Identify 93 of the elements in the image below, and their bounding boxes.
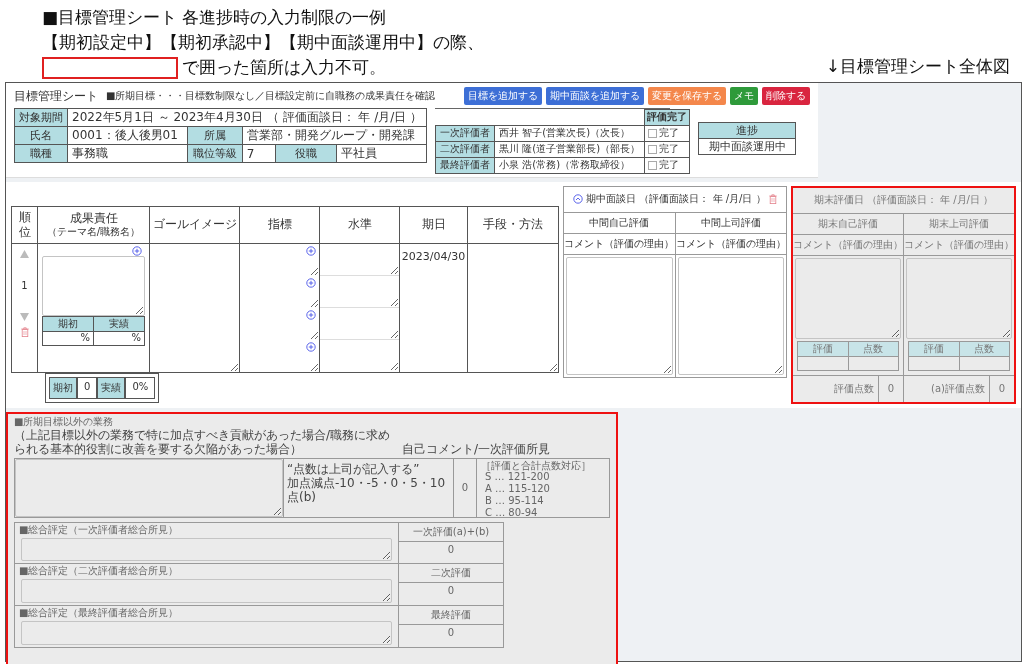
collapse-icon[interactable] <box>573 194 584 204</box>
score-value: 0 <box>446 625 456 638</box>
figure-label: ↓目標管理シート全体図 <box>825 55 1010 78</box>
summary-value: 0 <box>77 376 98 399</box>
evaluator-name: 小泉 浩(常務)（常務取締役） <box>494 157 645 173</box>
column-header: （テーマ名/職務名） <box>45 225 142 238</box>
column-header: 評価完了 <box>644 109 690 125</box>
column-header: 期初 <box>42 316 94 331</box>
column-header: 順位 <box>17 210 32 239</box>
caption-text: 【期初設定中】【期初承認中】【期中面談運用中】の際、 <box>42 31 484 54</box>
column-header: ゴールイメージ <box>151 217 238 232</box>
column-header: 期日 <box>420 217 447 232</box>
summary-value: 0% <box>125 376 156 399</box>
score-value: 0 <box>454 458 477 517</box>
score-value: 0 <box>989 375 1014 402</box>
legend-item: S … 121-200 <box>484 471 551 484</box>
evaluator-name: 西井 智子(営業次長)（次長） <box>494 125 645 141</box>
field-label: 対象期間 <box>14 108 68 127</box>
plus-circle-icon[interactable] <box>306 277 316 288</box>
caption-title: ■目標管理シート 各進捗時の入力制限の一例 <box>42 6 388 29</box>
progress-status: 期中面談運用中 <box>698 138 796 155</box>
score-label: (a)評価点数 <box>931 381 986 396</box>
column-header: 中間上司評価 <box>675 212 786 234</box>
column-header: 点数 <box>848 341 899 356</box>
column-header: コメント（評価の理由） <box>904 234 1014 256</box>
panel-date: （評価面談日： 年 /月/日 ） <box>639 193 766 205</box>
sheet-title: 目標管理シート <box>14 87 98 105</box>
comment-label: 自己コメント/一次評価所見 <box>401 441 551 456</box>
score-note: “点数は上司が記入する” 加点減点-10・-5・0・5・10点(b) <box>284 458 454 517</box>
score-label: 二次評価 <box>399 563 503 583</box>
field-value: 0001：後人後男01 <box>67 126 188 145</box>
score-value: 0 <box>446 542 456 555</box>
action-button[interactable]: メモ <box>730 87 758 105</box>
column-header: 点数 <box>959 341 1010 356</box>
column-header: 評価 <box>797 341 848 356</box>
column-header: 指標 <box>266 217 293 232</box>
field-label: ■総合評定（最終評価者総合所見） <box>19 606 180 619</box>
action-button[interactable]: 目標を追加する <box>464 87 542 105</box>
score-field[interactable] <box>959 356 1010 370</box>
evaluator-name: 黒川 隆(道子営業部長)（部長） <box>494 141 645 157</box>
field-label: 進捗 <box>698 122 796 139</box>
panel-title: 期中面談日 <box>586 193 637 205</box>
panel-title: 期末評価日 <box>813 194 864 206</box>
score-field[interactable] <box>848 356 899 370</box>
column-header: 成果責任 <box>68 211 119 226</box>
column-header: 実績 <box>93 316 145 331</box>
rank-number: 1 <box>20 279 29 291</box>
field-value: 事務職 <box>67 144 188 163</box>
legend-title: ［評価と合計点数対応］ <box>481 459 592 472</box>
column-header: 手段・方法 <box>482 217 544 232</box>
score-label: 評価点数 <box>834 381 875 396</box>
plus-circle-icon[interactable] <box>306 341 316 352</box>
column-header: 水準 <box>346 217 373 232</box>
move-up-icon[interactable] <box>20 249 29 258</box>
score-value: 0 <box>446 583 456 596</box>
summary-label: 期初 <box>49 376 77 399</box>
move-down-icon[interactable] <box>20 312 29 321</box>
action-button[interactable]: 期中面談を追加する <box>546 87 644 105</box>
plus-circle-icon[interactable] <box>132 245 142 256</box>
trash-icon[interactable] <box>20 326 29 337</box>
column-header: 期末上司評価 <box>904 213 1014 235</box>
sheet-note: ■所期目標・・・目標数制限なし／目標設定前に自職務の成果責任を確認 <box>106 89 437 103</box>
section-heading: ■所期目標以外の業務 <box>14 415 115 428</box>
score-value: 0 <box>878 375 903 402</box>
score-field[interactable] <box>908 356 959 370</box>
score-label: 一次評価(a)+(b) <box>399 522 503 542</box>
legend-item: B … 95-114 <box>484 494 545 507</box>
column-header: 評価 <box>908 341 959 356</box>
field-value: 営業部・開発グループ・開発課 <box>242 126 427 145</box>
plus-circle-icon[interactable] <box>306 245 316 256</box>
column-header: 中間自己評価 <box>564 212 675 234</box>
column-header: 期末自己評価 <box>793 213 903 235</box>
due-date: 2023/04/30 <box>400 249 467 263</box>
plus-circle-icon[interactable] <box>306 309 316 320</box>
column-header: コメント（評価の理由） <box>675 233 786 255</box>
field-value: 7 <box>242 144 276 163</box>
field-label: ■総合評定（二次評価者総合所見） <box>19 564 180 577</box>
score-label: 最終評価 <box>399 605 503 625</box>
summary-label: 実績 <box>97 376 126 399</box>
field-label: 一次評価者 <box>435 125 495 141</box>
section-note: （上記目標以外の業務で特に加点すべき貢献があった場合/職務に求められる基本的役割に改善を要する欠陥があった場合） <box>14 427 392 456</box>
field-value: 平社員 <box>336 144 427 163</box>
field-label: ■総合評定（一次評価者総合所見） <box>19 523 180 536</box>
caption-text: で囲った箇所は入力不可。 <box>182 56 386 79</box>
score-field[interactable] <box>797 356 848 370</box>
column-header: コメント（評価の理由） <box>564 233 675 255</box>
field-value: 2022年5月1日 ～ 2023年4月30日 （ 評価面談日： 年 /月/日 ） <box>67 108 427 127</box>
action-button[interactable]: 削除する <box>762 87 810 105</box>
column-header: コメント（評価の理由） <box>793 234 903 256</box>
legend-item: A … 115-120 <box>484 483 551 495</box>
trash-icon[interactable] <box>768 194 777 204</box>
panel-date: （評価面談日： 年 /月/日 ） <box>866 194 994 206</box>
legend-item: C … 80-94 <box>484 506 539 519</box>
